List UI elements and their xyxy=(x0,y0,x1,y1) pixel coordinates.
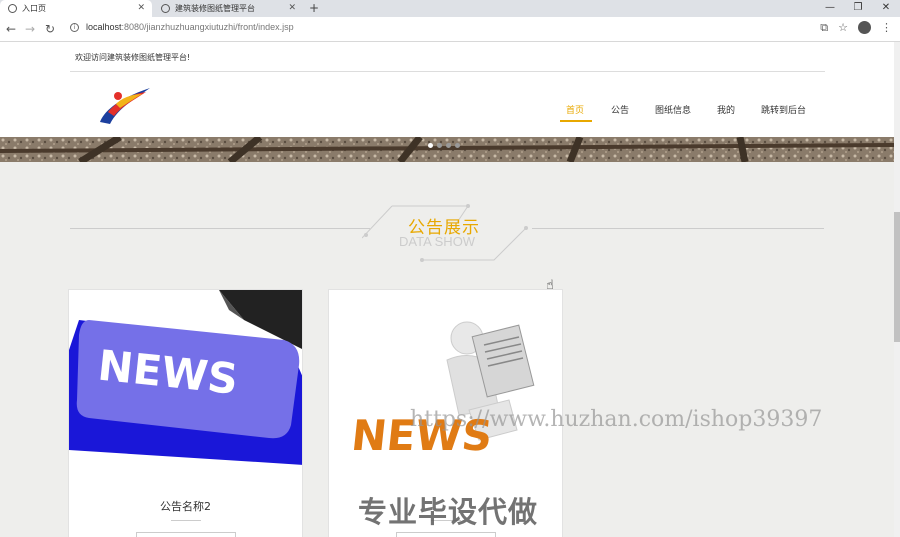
forward-icon[interactable]: → xyxy=(25,22,35,36)
profile-avatar-icon[interactable] xyxy=(858,21,871,34)
welcome-text: 欢迎访问建筑装修图纸管理平台! xyxy=(75,53,191,62)
close-tab-icon[interactable]: ✕ xyxy=(288,0,296,17)
nav-admin[interactable]: 跳转到后台 xyxy=(761,103,806,116)
tab-entry-page[interactable]: 入口页 ✕ xyxy=(0,0,152,17)
tab-title: 建筑装修图纸管理平台 xyxy=(175,4,255,13)
nav-drawings[interactable]: 图纸信息 xyxy=(655,103,691,116)
restore-icon[interactable]: ❐ xyxy=(844,0,872,17)
section-divider-right xyxy=(532,228,824,229)
url-host: localhost xyxy=(86,22,122,32)
minimize-icon[interactable]: — xyxy=(816,0,844,17)
browser-tab-strip: 入口页 ✕ 建筑装修图纸管理平台 ✕ + — ❐ ✕ xyxy=(0,0,900,17)
scrollbar-thumb[interactable] xyxy=(894,212,900,342)
menu-kebab-icon[interactable]: ⋮ xyxy=(881,21,892,35)
nav-active-indicator xyxy=(560,120,592,122)
address-bar-row: ← → ↻ i localhost:8080/jianzhuzhuangxiut… xyxy=(0,17,900,42)
card-detail-button[interactable] xyxy=(396,532,496,537)
section-divider-left xyxy=(70,228,370,229)
translate-icon[interactable]: ⧉ xyxy=(820,21,828,35)
new-tab-button[interactable]: + xyxy=(309,0,319,17)
tab-title: 入口页 xyxy=(22,4,46,13)
close-window-icon[interactable]: ✕ xyxy=(872,0,900,17)
watermark-slogan: 专业毕设代做 xyxy=(358,495,539,529)
card-divider xyxy=(171,520,201,521)
reload-icon[interactable]: ↻ xyxy=(45,22,55,36)
close-tab-icon[interactable]: ✕ xyxy=(137,0,145,17)
bookmark-star-icon[interactable]: ☆ xyxy=(838,21,848,35)
section-subtitle: DATA SHOW xyxy=(399,234,476,249)
page-viewport: 欢迎访问建筑装修图纸管理平台! 首页 公告 图纸信息 我的 跳转到后台 公告展示… xyxy=(0,42,900,537)
site-logo[interactable] xyxy=(96,82,154,128)
nav-home[interactable]: 首页 xyxy=(566,103,584,116)
header-divider xyxy=(70,71,825,72)
tab-platform[interactable]: 建筑装修图纸管理平台 ✕ xyxy=(153,0,303,17)
toolbar-icons: ⧉ ☆ ⋮ xyxy=(820,21,892,35)
back-icon[interactable]: ← xyxy=(6,22,16,36)
site-info-icon[interactable]: i xyxy=(70,23,79,32)
notice-card-image: NEWS xyxy=(329,290,562,465)
carousel-dot[interactable] xyxy=(437,143,442,148)
nav-notice[interactable]: 公告 xyxy=(611,103,629,116)
notice-card-image: NEWS xyxy=(69,290,302,465)
card-detail-button[interactable] xyxy=(136,532,236,537)
carousel-dot[interactable] xyxy=(446,143,451,148)
carousel-dot[interactable] xyxy=(428,143,433,148)
globe-icon xyxy=(8,4,17,13)
card-title: 公告名称2 xyxy=(160,500,211,513)
hero-carousel[interactable] xyxy=(0,137,894,162)
hand-cursor-icon: ☝ xyxy=(546,278,554,293)
page-icon xyxy=(161,4,170,13)
carousel-dot[interactable] xyxy=(455,143,460,148)
carousel-dots xyxy=(428,143,460,148)
window-controls: — ❐ ✕ xyxy=(816,0,900,17)
watermark-url: https://www.huzhan.com/ishop39397 xyxy=(410,407,823,432)
site-header: 欢迎访问建筑装修图纸管理平台! 首页 公告 图纸信息 我的 跳转到后台 xyxy=(0,42,894,137)
page-scrollbar[interactable] xyxy=(894,42,900,537)
url-field[interactable]: localhost:8080/jianzhuzhuangxiutuzhi/fro… xyxy=(86,22,294,32)
notice-card[interactable]: NEWS 公告名称2 xyxy=(68,289,303,537)
url-path: :8080/jianzhuzhuangxiutuzhi/front/index.… xyxy=(121,22,294,32)
nav-mine[interactable]: 我的 xyxy=(717,103,735,116)
